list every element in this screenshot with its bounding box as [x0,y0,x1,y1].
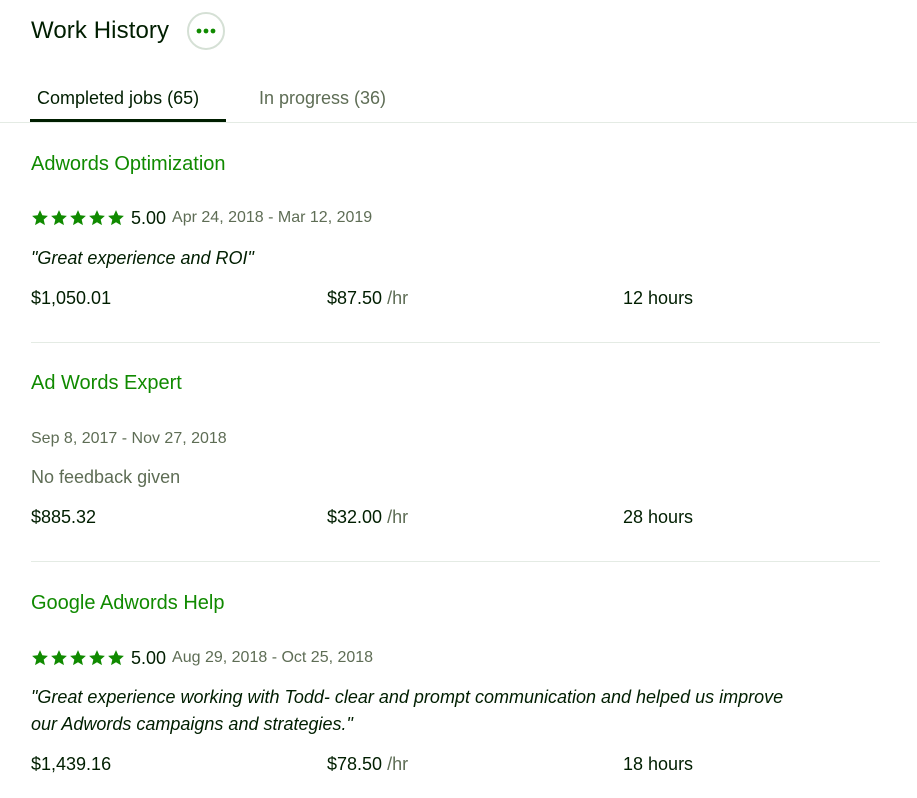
rate-unit: /hr [382,288,409,308]
more-options-button[interactable] [187,12,226,50]
total-earned: $1,050.01 [31,288,112,308]
active-tab-indicator [30,119,226,122]
feedback-line: our Adwords campaigns and strategies." [31,714,353,734]
feedback-line: "Great experience working with Todd- cle… [31,687,784,707]
job-dates: Sep 8, 2017 - Nov 27, 2018 [31,430,227,447]
rate-value: $78.50 [327,754,383,774]
divider [31,561,880,562]
hours-unit: hours [643,288,694,308]
star-icon [32,650,48,666]
star-icon [70,650,86,666]
star-icon [51,210,67,226]
hours-unit: hours [643,754,694,774]
hourly-rate: $87.50 /hr [327,288,408,309]
hourly-rate: $32.00 /hr [327,507,408,528]
rate-unit: /hr [382,507,409,527]
star-icon [108,210,124,226]
job-rating-row: 5.00 Aug 29, 2018 - Oct 25, 2018 [31,648,373,668]
star-rating [31,649,125,667]
job-item: Adwords Optimization 5.00 Apr 24, 2018 -… [31,150,880,315]
job-title-link[interactable]: Google Adwords Help [31,589,224,617]
star-icon [89,650,105,666]
divider [31,342,880,343]
hours-value: 28 [623,507,644,527]
tab-in-progress[interactable]: In progress (36) [259,74,386,122]
hours-worked: 28 hours [623,507,693,528]
job-title-link[interactable]: Ad Words Expert [31,369,182,397]
job-stats: $1,439.16 $78.50 /hr 18 hours [31,754,880,778]
job-rating-row: Sep 8, 2017 - Nov 27, 2018 [31,429,227,449]
job-stats: $885.32 $32.00 /hr 28 hours [31,507,880,531]
rating-score: 5.00 [131,647,167,668]
tab-completed-jobs[interactable]: Completed jobs (65) [37,74,199,122]
job-stats: $1,050.01 $87.50 /hr 12 hours [31,288,880,312]
more-horizontal-icon [196,28,216,34]
hours-value: 18 [623,754,644,774]
client-feedback: "Great experience and ROI" [31,248,254,268]
rate-value: $32.00 [327,507,383,527]
star-icon [32,210,48,226]
star-icon [70,210,86,226]
hourly-rate: $78.50 /hr [327,754,408,775]
star-icon [51,650,67,666]
client-feedback: "Great experience working with Todd- cle… [31,684,783,738]
work-history-header: Work History [31,10,226,52]
hours-unit: hours [643,507,694,527]
job-item: Ad Words Expert Sep 8, 2017 - Nov 27, 20… [31,369,880,534]
rating-score: 5.00 [131,207,167,228]
client-feedback: No feedback given [31,467,181,487]
job-dates: Aug 29, 2018 - Oct 25, 2018 [172,649,374,666]
job-item: Google Adwords Help 5.00 Aug 29, 2018 - … [31,589,880,789]
page-title: Work History [31,17,170,44]
star-rating [31,209,125,227]
job-rating-row: 5.00 Apr 24, 2018 - Mar 12, 2019 [31,208,372,228]
hours-worked: 18 hours [623,754,693,775]
job-dates: Apr 24, 2018 - Mar 12, 2019 [172,209,373,226]
work-history-tabs: Completed jobs (65) In progress (36) [0,74,917,123]
rate-unit: /hr [382,754,409,774]
hours-worked: 12 hours [623,288,693,309]
total-earned: $885.32 [31,507,97,527]
total-earned: $1,439.16 [31,754,112,774]
star-icon [108,650,124,666]
job-title-link[interactable]: Adwords Optimization [31,150,226,178]
star-icon [89,210,105,226]
hours-value: 12 [623,288,644,308]
rate-value: $87.50 [327,288,383,308]
